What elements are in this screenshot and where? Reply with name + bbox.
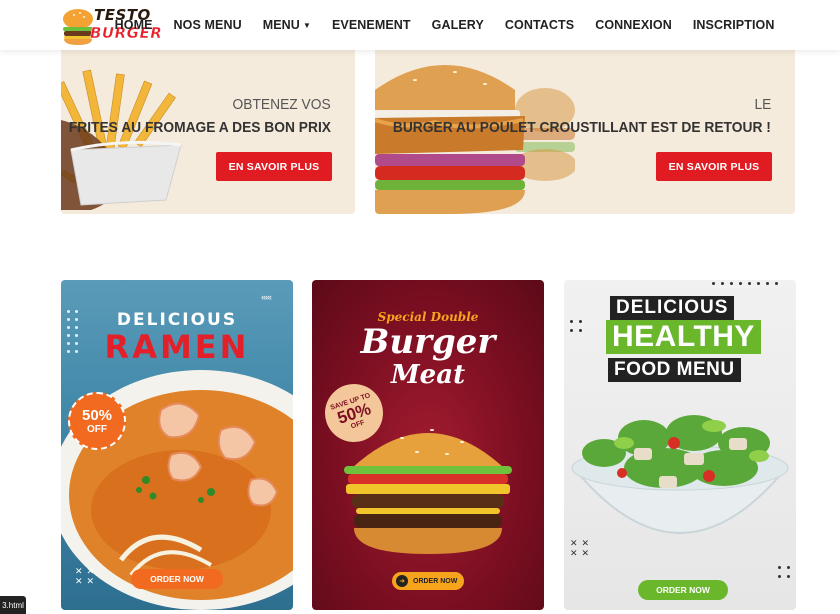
nav-menu-label: MENU bbox=[262, 18, 300, 32]
promo-burger-button[interactable]: EN SAVOIR PLUS bbox=[656, 152, 772, 181]
decor-dots-top bbox=[712, 282, 778, 285]
card-healthy-food[interactable]: DELICIOUS HEALTHY FOOD MENU ✕✕ ✕✕ ORDER N… bbox=[564, 280, 796, 610]
ramen-order-button[interactable]: ORDER NOW bbox=[131, 569, 223, 589]
burger-order-label: ORDER NOW bbox=[413, 577, 458, 585]
nav-evenement[interactable]: EVENEMENT bbox=[321, 18, 421, 32]
chevron-down-icon: ▼ bbox=[302, 21, 311, 30]
salad-bowl-image bbox=[571, 415, 789, 534]
promo-burger-line-1: LE bbox=[754, 96, 771, 113]
healthy-line-2: HEALTHY bbox=[606, 320, 761, 354]
nav-galery[interactable]: GALERY bbox=[421, 18, 494, 32]
nav-menu-dropdown[interactable]: MENU ▼ bbox=[252, 18, 321, 32]
healthy-line-1: DELICIOUS bbox=[610, 296, 735, 320]
promo-fries-button[interactable]: EN SAVOIR PLUS bbox=[216, 152, 332, 181]
decor-x-marks: ✕✕ ✕✕ bbox=[75, 566, 99, 586]
decor-x-marks-dark: ✕✕ ✕✕ bbox=[570, 538, 594, 558]
healthy-order-button[interactable]: ORDER NOW bbox=[638, 580, 728, 600]
main-nav: HOME NOS MENU MENU ▼ EVENEMENT GALERY CON… bbox=[104, 0, 785, 50]
card-burger-meat[interactable]: Special Double Burger Meat SAVE UP TO 50… bbox=[312, 280, 544, 610]
arrow-right-icon: ➜ bbox=[396, 575, 408, 587]
nav-nos-menu[interactable]: NOS MENU bbox=[163, 18, 252, 32]
promo-banner-chicken-burger: LE BURGER AU POULET CROUSTILLANT EST DE … bbox=[375, 50, 795, 214]
burger-title-1: Burger bbox=[360, 322, 496, 362]
footer-tag: 3.html bbox=[0, 596, 26, 614]
card-ramen[interactable]: ‹‹‹‹‹ DELICIOUS RAMEN 50% OFF ✕✕ ✕✕ ORDER… bbox=[61, 280, 293, 610]
decor-dots-left bbox=[570, 320, 582, 332]
discount-off: OFF bbox=[87, 423, 107, 435]
nav-connexion[interactable]: CONNEXION bbox=[585, 18, 683, 32]
burger-order-button[interactable]: ➜ ORDER NOW bbox=[392, 572, 464, 590]
healthy-line-3: FOOD MENU bbox=[608, 358, 741, 382]
ramen-title-1: DELICIOUS bbox=[116, 310, 238, 330]
nav-inscription[interactable]: INSCRIPTION bbox=[682, 18, 785, 32]
discount-percent: 50% bbox=[81, 406, 113, 424]
nav-contacts[interactable]: CONTACTS bbox=[494, 18, 584, 32]
discount-badge: 50% OFF bbox=[68, 392, 126, 450]
promo-fries-line-1: OBTENEZ VOS bbox=[232, 96, 331, 113]
promo-banner-fries: OBTENEZ VOS FRITES AU FROMAGE A DES BON … bbox=[61, 50, 355, 214]
promo-fries-line-2: FRITES AU FROMAGE A DES BON PRIX bbox=[68, 119, 331, 136]
promo-burger-line-2: BURGER AU POULET CROUSTILLANT EST DE RET… bbox=[393, 119, 771, 136]
double-burger-image bbox=[344, 429, 512, 554]
chevrons-left-icon: ‹‹‹‹‹ bbox=[261, 292, 272, 302]
navbar: TESTO BURGER HOME NOS MENU MENU ▼ EVENEME… bbox=[0, 0, 840, 50]
decor-dots-bottom bbox=[778, 566, 790, 578]
nav-home[interactable]: HOME bbox=[104, 18, 163, 32]
